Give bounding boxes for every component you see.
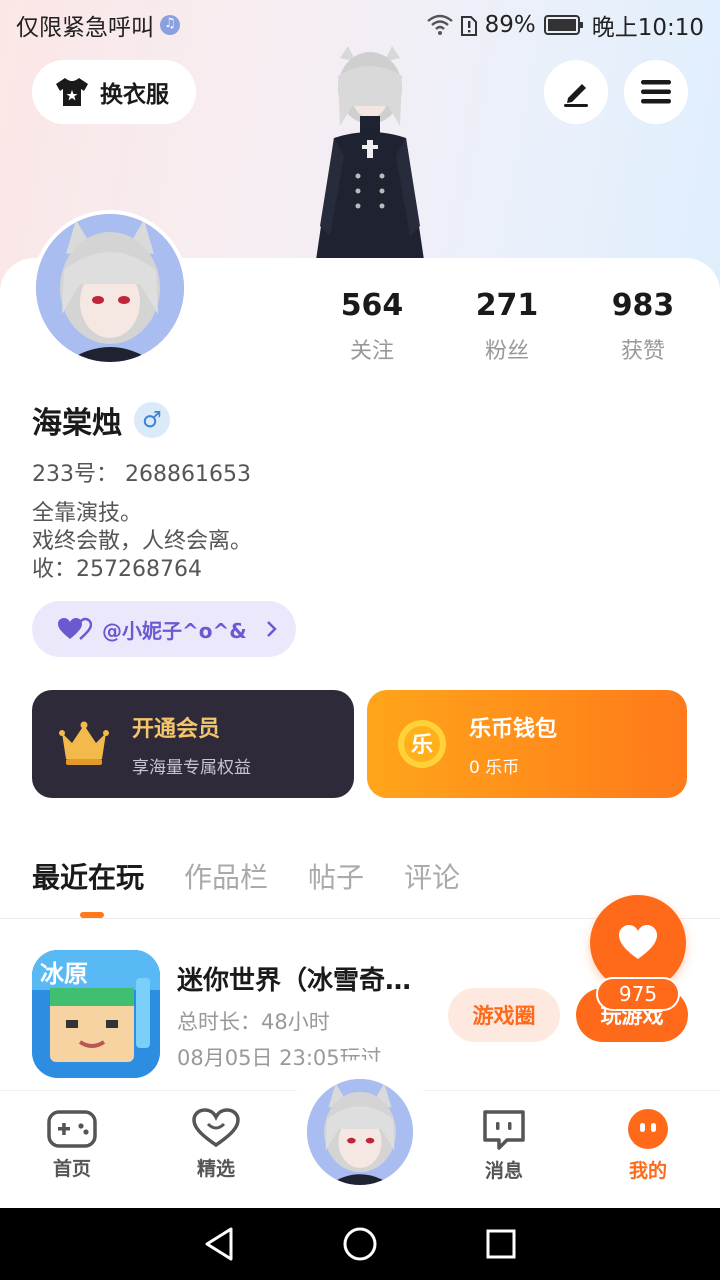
stat-label: 粉丝 xyxy=(484,339,529,364)
tshirt-icon xyxy=(56,78,88,106)
me-face-icon xyxy=(628,1109,668,1149)
nav-avatar[interactable] xyxy=(304,1076,416,1188)
carrier-text: 仅限紧急呼叫 xyxy=(16,15,154,41)
menu-button[interactable] xyxy=(624,60,688,124)
chevron-right-icon xyxy=(266,621,277,637)
music-icon xyxy=(160,15,180,35)
menu-icon xyxy=(641,80,671,104)
status-bar: 仅限紧急呼叫 89% 晚上10:10 xyxy=(0,0,720,50)
edit-pen-icon xyxy=(564,84,588,107)
change-outfit-button[interactable]: 换衣服 xyxy=(32,60,196,124)
game-title: 迷你世界（冰雪奇缘版） xyxy=(177,966,427,996)
back-icon[interactable] xyxy=(203,1226,235,1262)
wifi-icon xyxy=(426,14,453,35)
nav-featured[interactable]: 精选 xyxy=(166,1108,266,1181)
profile-avatar[interactable] xyxy=(32,210,188,366)
male-icon: ♂ xyxy=(134,402,170,438)
tab-comments[interactable]: 评论 xyxy=(404,856,460,896)
clock: 晚上10:10 xyxy=(591,15,704,41)
name-row: 海棠烛 ♂ xyxy=(32,398,170,442)
coin-glyph: 乐 xyxy=(411,733,433,758)
username: 海棠烛 xyxy=(32,406,122,441)
double-heart-icon xyxy=(58,617,92,640)
stat-likes[interactable]: 983 获赞 xyxy=(583,288,703,365)
heart-icon xyxy=(619,925,657,959)
tab-works[interactable]: 作品栏 xyxy=(184,856,268,896)
nav-label: 精选 xyxy=(196,1158,235,1180)
nav-label: 首页 xyxy=(52,1158,91,1180)
vip-card[interactable]: 开通会员 享海量专属权益 xyxy=(32,690,354,798)
nav-me[interactable]: 我的 xyxy=(598,1108,698,1183)
chat-icon xyxy=(483,1110,525,1150)
vip-title: 开通会员 xyxy=(132,716,221,742)
battery-icon xyxy=(543,15,583,35)
game-circle-button[interactable]: 游戏圈 xyxy=(448,988,560,1042)
stat-value: 271 xyxy=(475,288,539,323)
nav-home[interactable]: 首页 xyxy=(22,1108,122,1181)
wallet-card[interactable]: 乐 乐币钱包 0 乐币 xyxy=(367,690,687,798)
game-duration: 总时长：48小时 xyxy=(177,1010,330,1034)
couple-tag-label: @小妮子^o^& xyxy=(102,618,247,643)
recents-icon[interactable] xyxy=(485,1228,517,1260)
gamepad-icon xyxy=(47,1110,97,1148)
couple-tag[interactable]: @小妮子^o^& xyxy=(32,601,296,657)
game-icon[interactable]: 冰原 xyxy=(32,950,160,1078)
nav-messages[interactable]: 消息 xyxy=(454,1108,554,1183)
stat-value: 983 xyxy=(611,288,675,323)
wallet-title: 乐币钱包 xyxy=(469,716,558,742)
stat-label: 关注 xyxy=(349,339,394,364)
heart-outline-icon xyxy=(192,1108,240,1148)
sim-alert-icon xyxy=(460,16,477,36)
stat-label: 获赞 xyxy=(620,339,665,364)
nav-label: 消息 xyxy=(484,1160,523,1182)
tab-recent-played[interactable]: 最近在玩 xyxy=(32,856,144,896)
fab-count-badge: 975 xyxy=(596,977,680,1011)
bio-line: 戏终会散，人终会离。 xyxy=(32,529,253,554)
change-outfit-label: 换衣服 xyxy=(100,82,169,108)
stat-following[interactable]: 564 关注 xyxy=(312,288,432,365)
game-icon-text: 冰原 xyxy=(40,960,88,988)
battery-percent: 89% xyxy=(484,12,536,38)
edit-profile-button[interactable] xyxy=(544,60,608,124)
bio-line: 收：257268764 xyxy=(32,557,202,582)
system-nav-bar xyxy=(0,1208,720,1280)
nav-label: 我的 xyxy=(628,1160,667,1182)
character-model xyxy=(300,46,440,262)
wallet-balance: 0 乐币 xyxy=(469,757,520,778)
stat-value: 564 xyxy=(340,288,404,323)
stat-followers[interactable]: 271 粉丝 xyxy=(447,288,567,365)
tab-posts[interactable]: 帖子 xyxy=(308,856,364,896)
content-tabs: 最近在玩 作品栏 帖子 评论 xyxy=(32,856,460,896)
user-id: 233号： 268861653 xyxy=(32,462,251,487)
coin-icon: 乐 xyxy=(398,720,446,768)
home-icon[interactable] xyxy=(342,1226,378,1262)
crown-icon xyxy=(59,721,109,765)
bio-line: 全靠演技。 xyxy=(32,501,143,526)
vip-subtitle: 享海量专属权益 xyxy=(132,757,251,778)
bio: 全靠演技。 戏终会散，人终会离。 收：257268764 xyxy=(32,500,252,584)
